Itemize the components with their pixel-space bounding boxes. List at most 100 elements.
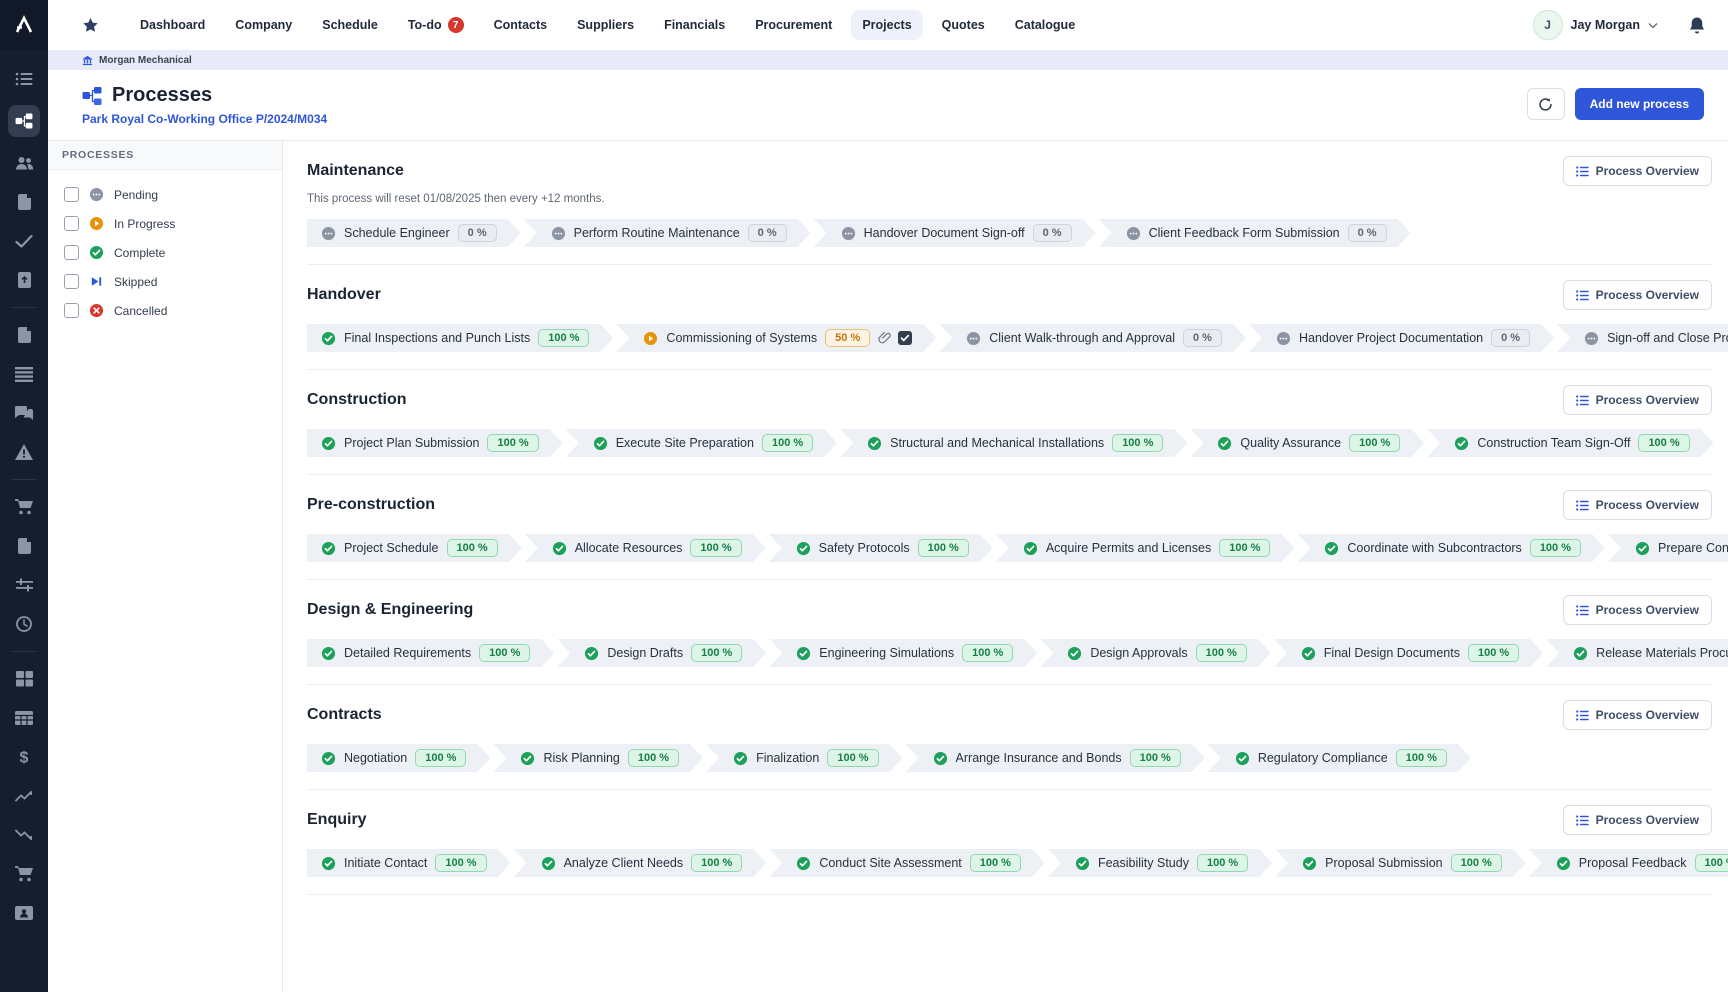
process-overview-button[interactable]: Process Overview (1563, 595, 1712, 625)
rail-warning-icon[interactable] (8, 439, 40, 465)
step-project-schedule[interactable]: Project Schedule 100 % (307, 534, 522, 562)
rail-file-export-icon[interactable] (8, 267, 40, 293)
refresh-button[interactable] (1527, 88, 1565, 120)
filter-in-progress[interactable]: In Progress (48, 209, 282, 238)
step-proposal-feedback[interactable]: Proposal Feedback 100 % (1529, 849, 1728, 877)
rail-table-icon[interactable] (8, 705, 40, 731)
rail-clock-icon[interactable] (8, 611, 40, 637)
step-sign-off-and-close-project[interactable]: Sign-off and Close Project 0 % (1557, 324, 1728, 352)
step-release-materials-procurement[interactable]: Release Materials Procurement 100 % (1546, 639, 1728, 667)
rail-processes-icon[interactable] (8, 105, 40, 137)
filter-checkbox[interactable] (64, 187, 79, 202)
step-negotiation[interactable]: Negotiation 100 % (307, 744, 490, 772)
pending-status-icon (841, 226, 856, 241)
rail-document-icon[interactable] (8, 322, 40, 348)
pending-status-icon (1276, 331, 1291, 346)
rail-chat-icon[interactable] (8, 400, 40, 426)
rail-users-icon[interactable] (8, 150, 40, 176)
nav-item-dashboard[interactable]: Dashboard (129, 10, 216, 40)
step-client-feedback-form-submission[interactable]: Client Feedback Form Submission 0 % (1099, 219, 1411, 247)
step-conduct-site-assessment[interactable]: Conduct Site Assessment 100 % (769, 849, 1045, 877)
step-arrange-insurance-and-bonds[interactable]: Arrange Insurance and Bonds 100 % (906, 744, 1205, 772)
process-overview-button[interactable]: Process Overview (1563, 385, 1712, 415)
nav-item-procurement[interactable]: Procurement (744, 10, 843, 40)
notifications-bell-icon[interactable] (1688, 16, 1706, 35)
add-new-process-button[interactable]: Add new process (1575, 88, 1704, 120)
rail-cart-icon[interactable] (8, 861, 40, 887)
filter-complete[interactable]: Complete (48, 238, 282, 267)
step-proposal-submission[interactable]: Proposal Submission 100 % (1275, 849, 1526, 877)
step-handover-project-documentation[interactable]: Handover Project Documentation 0 % (1249, 324, 1554, 352)
step-engineering-simulations[interactable]: Engineering Simulations 100 % (769, 639, 1037, 667)
step-analyze-client-needs[interactable]: Analyze Client Needs 100 % (514, 849, 767, 877)
step-design-approvals[interactable]: Design Approvals 100 % (1040, 639, 1270, 667)
breadcrumb[interactable]: Morgan Mechanical (48, 50, 1728, 70)
step-handover-document-sign-off[interactable]: Handover Document Sign-off 0 % (814, 219, 1096, 247)
step-detailed-requirements[interactable]: Detailed Requirements 100 % (307, 639, 554, 667)
rail-user-card-icon[interactable] (8, 900, 40, 926)
project-link[interactable]: Park Royal Co-Working Office P/2024/M034 (82, 112, 327, 126)
step-perform-routine-maintenance[interactable]: Perform Routine Maintenance 0 % (524, 219, 811, 247)
step-safety-protocols[interactable]: Safety Protocols 100 % (769, 534, 993, 562)
rail-grid-icon[interactable] (8, 666, 40, 692)
filter-checkbox[interactable] (64, 303, 79, 318)
filter-checkbox[interactable] (64, 245, 79, 260)
rail-trend-up-icon[interactable] (8, 783, 40, 809)
step-quality-assurance[interactable]: Quality Assurance 100 % (1190, 429, 1424, 457)
rail-rows-icon[interactable] (8, 361, 40, 387)
step-allocate-resources[interactable]: Allocate Resources 100 % (525, 534, 766, 562)
rail-check-icon[interactable] (8, 228, 40, 254)
nav-item-financials[interactable]: Financials (653, 10, 736, 40)
filter-checkbox[interactable] (64, 216, 79, 231)
rail-list-icon[interactable] (8, 66, 40, 92)
filter-checkbox[interactable] (64, 274, 79, 289)
step-final-inspections-and-punch-lists[interactable]: Final Inspections and Punch Lists 100 % (307, 324, 613, 352)
step-construction-team-sign-off[interactable]: Construction Team Sign-Off 100 % (1427, 429, 1713, 457)
rail-trend-down-icon[interactable] (8, 822, 40, 848)
icon-rail: $ (0, 0, 48, 992)
step-acquire-permits-and-licenses[interactable]: Acquire Permits and Licenses 100 % (996, 534, 1295, 562)
step-execute-site-preparation[interactable]: Execute Site Preparation 100 % (566, 429, 837, 457)
filter-pending[interactable]: Pending (48, 180, 282, 209)
process-overview-button[interactable]: Process Overview (1563, 280, 1712, 310)
filter-cancelled[interactable]: Cancelled (48, 296, 282, 325)
rail-tune-icon[interactable] (8, 572, 40, 598)
nav-item-to-do[interactable]: To-do7 (397, 9, 475, 41)
rail-document-icon[interactable] (8, 533, 40, 559)
complete-status-icon (796, 541, 811, 556)
step-client-walk-through-and-approval[interactable]: Client Walk-through and Approval 0 % (939, 324, 1246, 352)
step-coordinate-with-subcontractors[interactable]: Coordinate with Subcontractors 100 % (1297, 534, 1605, 562)
nav-item-schedule[interactable]: Schedule (311, 10, 389, 40)
step-design-drafts[interactable]: Design Drafts 100 % (557, 639, 766, 667)
step-project-plan-submission[interactable]: Project Plan Submission 100 % (307, 429, 563, 457)
nav-item-quotes[interactable]: Quotes (931, 10, 996, 40)
nav-item-projects[interactable]: Projects (851, 10, 922, 40)
user-menu[interactable]: J Jay Morgan (1533, 10, 1658, 40)
step-prepare-construction-site[interactable]: Prepare Construction Site 100 % (1608, 534, 1728, 562)
progress-badge: 100 % (538, 329, 589, 347)
nav-item-suppliers[interactable]: Suppliers (566, 10, 645, 40)
process-sections: Maintenance Process Overview This proces… (283, 141, 1728, 992)
nav-item-contacts[interactable]: Contacts (483, 10, 558, 40)
process-overview-button[interactable]: Process Overview (1563, 490, 1712, 520)
step-feasibility-study[interactable]: Feasibility Study 100 % (1048, 849, 1272, 877)
rail-dollar-icon[interactable]: $ (8, 744, 40, 770)
step-schedule-engineer[interactable]: Schedule Engineer 0 % (307, 219, 521, 247)
filter-skipped[interactable]: Skipped (48, 267, 282, 296)
process-overview-button[interactable]: Process Overview (1563, 805, 1712, 835)
nav-item-company[interactable]: Company (224, 10, 303, 40)
step-regulatory-compliance[interactable]: Regulatory Compliance 100 % (1208, 744, 1471, 772)
process-overview-button[interactable]: Process Overview (1563, 156, 1712, 186)
step-finalization[interactable]: Finalization 100 % (706, 744, 902, 772)
step-risk-planning[interactable]: Risk Planning 100 % (493, 744, 703, 772)
process-overview-button[interactable]: Process Overview (1563, 700, 1712, 730)
rail-document-icon[interactable] (8, 189, 40, 215)
step-structural-and-mechanical-installations[interactable]: Structural and Mechanical Installations … (840, 429, 1187, 457)
step-final-design-documents[interactable]: Final Design Documents 100 % (1274, 639, 1543, 667)
favorites-star-icon[interactable] (82, 17, 99, 34)
rail-cart-icon[interactable] (8, 494, 40, 520)
company-logo[interactable] (0, 0, 48, 50)
nav-item-catalogue[interactable]: Catalogue (1004, 10, 1086, 40)
step-commissioning-of-systems[interactable]: Commissioning of Systems 50 % (616, 324, 936, 352)
step-initiate-contact[interactable]: Initiate Contact 100 % (307, 849, 511, 877)
